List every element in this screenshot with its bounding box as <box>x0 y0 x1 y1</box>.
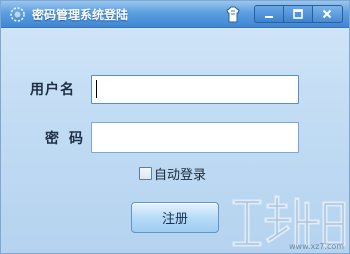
minimize-button[interactable] <box>255 6 284 22</box>
spinner-icon <box>10 7 25 22</box>
password-field[interactable] <box>91 122 299 153</box>
auto-login-checkbox[interactable] <box>139 167 152 180</box>
maximize-button[interactable] <box>284 6 313 22</box>
minimize-icon <box>265 16 273 18</box>
password-label: 密码 <box>45 131 93 147</box>
watermark-url: www.xz7.com <box>289 242 345 251</box>
skin-icon[interactable] <box>223 5 243 24</box>
close-icon <box>323 9 332 19</box>
username-label: 用户名 <box>30 82 75 98</box>
maximize-icon <box>293 9 303 19</box>
auto-login-label: 自动登录 <box>154 168 207 183</box>
text-caret <box>96 80 97 98</box>
login-window: 密码管理系统登陆 用户名 密码 自动登录 注册 www.xz7.com <box>0 0 350 254</box>
auto-login-option[interactable]: 自动登录 <box>139 164 206 183</box>
window-controls <box>254 5 343 23</box>
window-title: 密码管理系统登陆 <box>32 8 129 22</box>
register-button[interactable]: 注册 <box>131 202 219 233</box>
close-button[interactable] <box>313 6 342 22</box>
title-bar[interactable]: 密码管理系统登陆 <box>1 1 349 28</box>
username-field[interactable] <box>91 75 299 104</box>
